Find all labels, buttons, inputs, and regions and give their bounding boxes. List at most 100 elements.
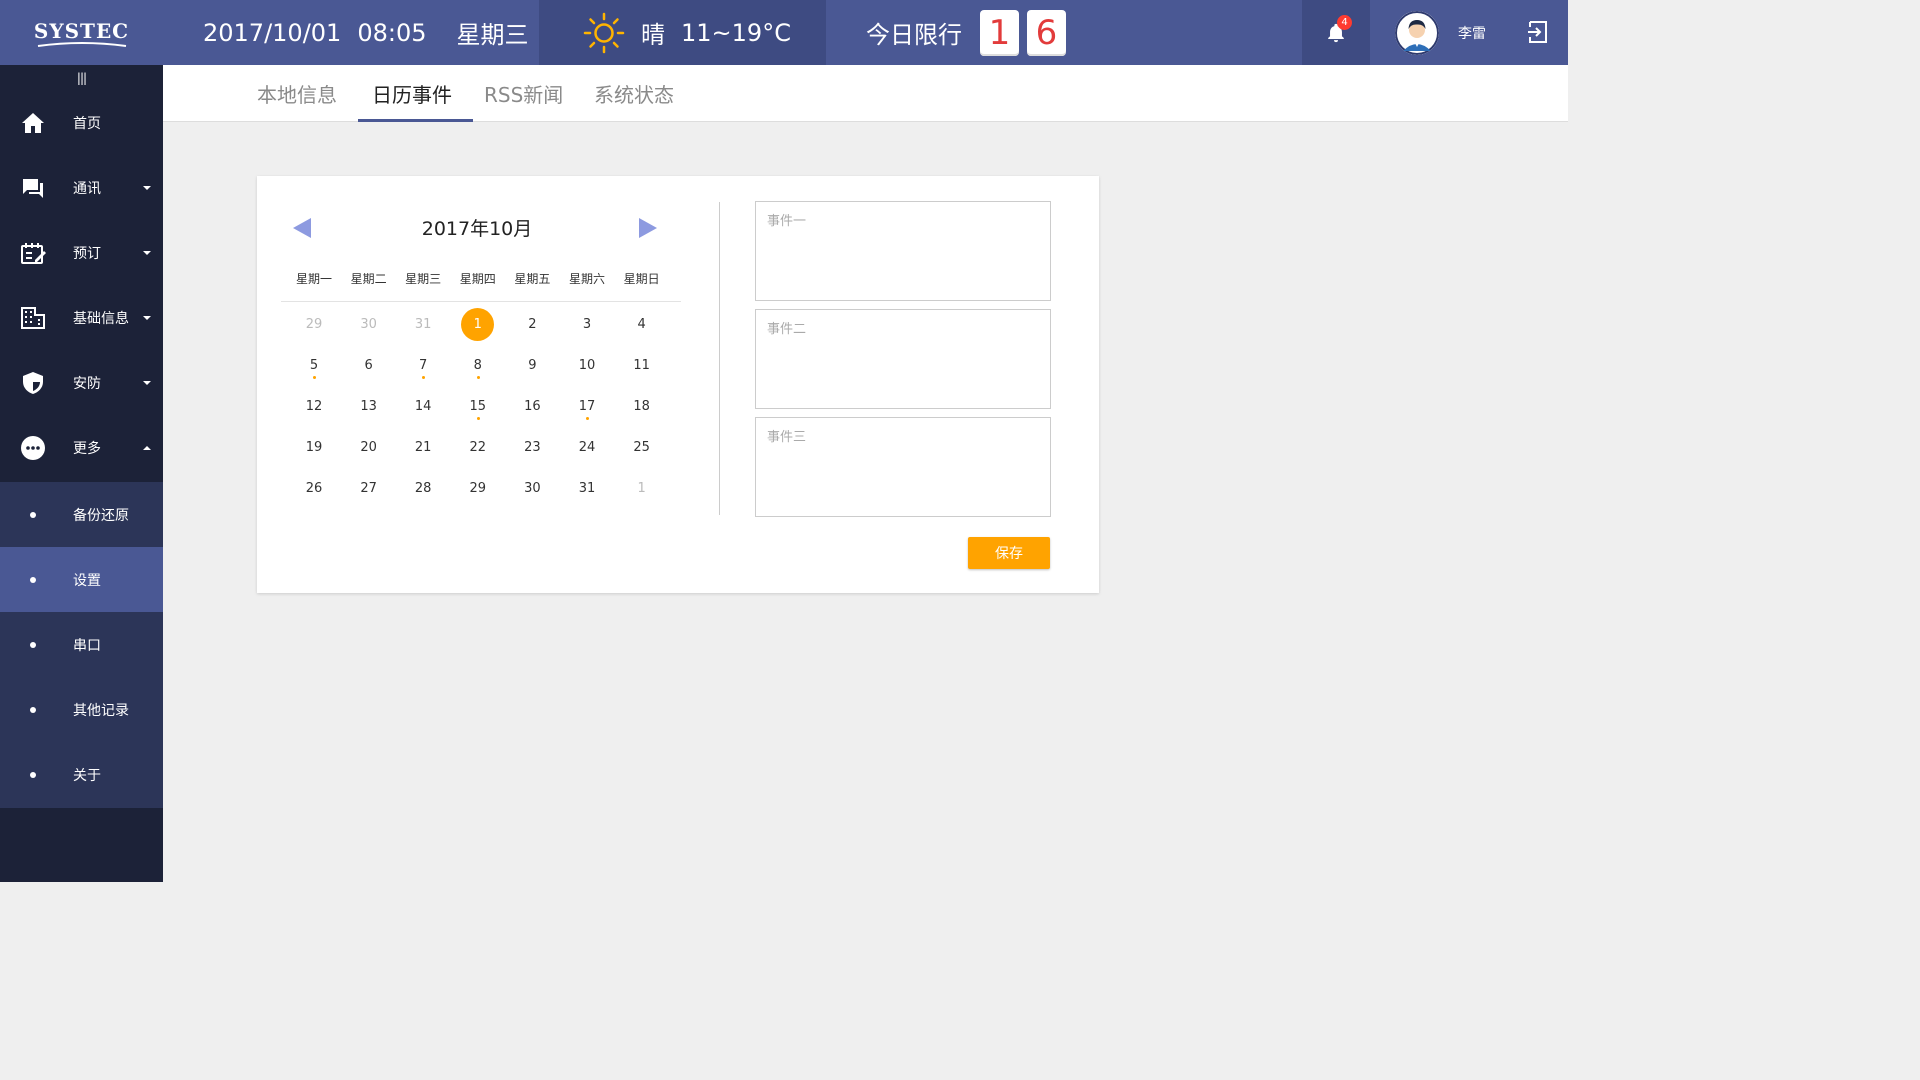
logo: SYSTEC xyxy=(0,0,163,65)
avatar[interactable] xyxy=(1395,11,1439,55)
calendar-day[interactable]: 14 xyxy=(396,386,450,427)
calendar-day[interactable]: 24 xyxy=(560,427,614,468)
calendar-day-number: 10 xyxy=(578,358,596,373)
sidebar-subitem-serial[interactable]: 串口 xyxy=(0,612,163,677)
bullet-icon xyxy=(30,771,36,778)
booking-icon xyxy=(21,242,46,264)
bullet-icon xyxy=(30,706,36,713)
calendar-day[interactable]: 1 xyxy=(615,468,669,509)
weekday-label: 星期四 xyxy=(459,272,496,286)
sidebar-subitem-label: 设置 xyxy=(73,572,101,589)
calendar-day[interactable]: 30 xyxy=(505,468,559,509)
calendar-day[interactable]: 28 xyxy=(396,468,450,509)
chevron-down-icon xyxy=(143,185,151,190)
calendar-day-number: 16 xyxy=(524,399,541,414)
sidebar-subitem-about[interactable]: 关于 xyxy=(0,742,163,807)
sidebar-subitem-backup[interactable]: 备份还原 xyxy=(0,482,163,547)
calendar-day[interactable]: 3 xyxy=(560,304,614,345)
calendar-day[interactable]: 23 xyxy=(505,427,559,468)
sidebar-subitem-settings[interactable]: 设置 xyxy=(0,547,163,612)
event-one-field[interactable] xyxy=(755,201,1051,301)
sidebar-subitem-label: 串口 xyxy=(73,637,101,654)
user-name[interactable]: 李雷 xyxy=(1458,0,1486,65)
calendar-day[interactable]: 21 xyxy=(396,427,450,468)
traffic-restriction: 今日限行 1 6 xyxy=(866,0,1066,65)
calendar-day-number: 15 xyxy=(469,399,487,414)
calendar-day[interactable]: 13 xyxy=(342,386,396,427)
calendar-day[interactable]: 18 xyxy=(615,386,669,427)
sidebar-item-basic-info[interactable]: 基础信息 xyxy=(0,285,163,350)
save-button[interactable]: 保存 xyxy=(968,537,1050,569)
sidebar: ||| 首页 通讯 预订 基础信息 安防 更多 备份还原 设置 串口 其他记录 … xyxy=(0,65,163,882)
weekday-label: 星期一 xyxy=(295,272,332,286)
calendar-day[interactable]: 6 xyxy=(342,345,396,386)
calendar-day[interactable]: 4 xyxy=(615,304,669,345)
calendar-day[interactable]: 29 xyxy=(287,304,341,345)
calendar-day[interactable]: 12 xyxy=(287,386,341,427)
tab-system-status[interactable]: 系统状态 xyxy=(594,65,674,122)
calendar-day[interactable]: 25 xyxy=(615,427,669,468)
calendar-day[interactable]: 30 xyxy=(342,304,396,345)
calendar-day[interactable]: 5 xyxy=(287,345,341,386)
calendar-day[interactable]: 27 xyxy=(342,468,396,509)
calendar-day[interactable]: 8 xyxy=(451,345,505,386)
bullet-icon xyxy=(30,576,36,583)
weather-temperature: 11~19°C xyxy=(681,18,791,47)
tab-calendar-events[interactable]: 日历事件 xyxy=(372,65,452,122)
sidebar-subitem-label: 其他记录 xyxy=(73,702,129,719)
calendar-day[interactable]: 26 xyxy=(287,468,341,509)
notification-button[interactable] xyxy=(1302,0,1370,65)
calendar-day[interactable]: 19 xyxy=(287,427,341,468)
event-marker xyxy=(313,376,316,379)
weekday-label: 星期日 xyxy=(623,272,660,286)
calendar-day-number: 2 xyxy=(528,317,537,332)
sidebar-item-communication[interactable]: 通讯 xyxy=(0,155,163,220)
calendar-day-number: 29 xyxy=(305,317,323,332)
calendar-day[interactable]: 16 xyxy=(505,386,559,427)
sidebar-subitem-other-records[interactable]: 其他记录 xyxy=(0,677,163,742)
calendar-day-number: 17 xyxy=(578,399,596,414)
calendar-day[interactable]: 15 xyxy=(451,386,505,427)
calendar-day[interactable]: 2 xyxy=(505,304,559,345)
sidebar-submenu: 备份还原 设置 串口 其他记录 关于 xyxy=(0,482,163,808)
calendar-day-number: 25 xyxy=(633,440,650,455)
calendar-day[interactable]: 7 xyxy=(396,345,450,386)
calendar-day[interactable]: 9 xyxy=(505,345,559,386)
calendar-day[interactable]: 17 xyxy=(560,386,614,427)
tab-rss-news[interactable]: RSS新闻 xyxy=(484,65,563,122)
calendar-day[interactable]: 22 xyxy=(451,427,505,468)
sidebar-item-label: 首页 xyxy=(73,115,101,132)
current-date: 2017/10/01 xyxy=(203,18,342,47)
calendar-day[interactable]: 31 xyxy=(396,304,450,345)
calendar-day-number: 23 xyxy=(524,440,541,455)
calendar-day[interactable]: 1 xyxy=(451,304,505,345)
tab-local-info[interactable]: 本地信息 xyxy=(257,65,337,122)
logout-icon[interactable] xyxy=(1525,19,1551,45)
sidebar-subitem-label: 备份还原 xyxy=(73,507,129,524)
chevron-down-icon xyxy=(143,315,151,320)
calendar-day-number: 26 xyxy=(305,481,323,496)
event-three-field[interactable] xyxy=(755,417,1051,517)
calendar-day-number: 30 xyxy=(360,317,377,332)
restriction-digit: 6 xyxy=(1027,9,1066,56)
calendar-day[interactable]: 31 xyxy=(560,468,614,509)
sidebar-item-booking[interactable]: 预订 xyxy=(0,220,163,285)
weekday-header: 星期一 星期二 星期三 星期四 星期五 星期六 星期日 xyxy=(287,270,669,290)
next-month-icon[interactable] xyxy=(639,218,657,238)
sidebar-subitem-label: 关于 xyxy=(73,767,101,784)
weekday-label: 星期二 xyxy=(350,272,387,286)
sidebar-collapse-icon[interactable]: ||| xyxy=(0,65,163,90)
previous-month-icon[interactable] xyxy=(293,218,311,238)
sidebar-item-more[interactable]: 更多 xyxy=(0,415,163,480)
event-two-field[interactable] xyxy=(755,309,1051,409)
sidebar-item-home[interactable]: 首页 xyxy=(0,90,163,155)
calendar-day-number: 11 xyxy=(633,358,650,373)
calendar-day[interactable]: 29 xyxy=(451,468,505,509)
calendar-day[interactable]: 10 xyxy=(560,345,614,386)
calendar-day[interactable]: 20 xyxy=(342,427,396,468)
calendar-day-number: 31 xyxy=(578,481,596,496)
calendar-day-number: 12 xyxy=(305,399,323,414)
calendar-day[interactable]: 11 xyxy=(615,345,669,386)
sidebar-item-security[interactable]: 安防 xyxy=(0,350,163,415)
weekday-label: 星期五 xyxy=(514,272,551,286)
